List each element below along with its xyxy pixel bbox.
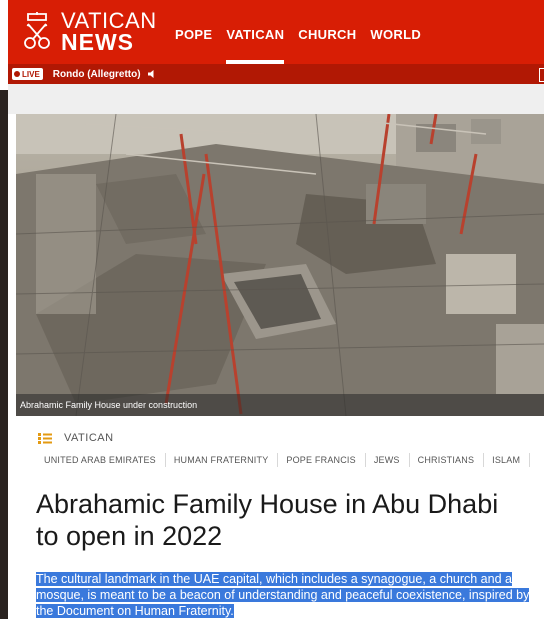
tag-jews[interactable]: JEWS	[366, 453, 410, 467]
hero-image	[16, 114, 544, 416]
main-nav: POPE VATICAN CHURCH WORLD	[168, 0, 428, 64]
live-badge[interactable]: LIVE	[12, 68, 43, 80]
nav-vatican[interactable]: VATICAN	[219, 0, 291, 64]
tag-christians[interactable]: CHRISTIANS	[410, 453, 485, 467]
live-dot-icon	[14, 71, 20, 77]
tag-human-fraternity[interactable]: HUMAN FRATERNITY	[166, 453, 279, 467]
nav-world[interactable]: WORLD	[363, 0, 428, 64]
live-badge-label: LIVE	[22, 69, 40, 79]
hero-caption: Abrahamic Family House under constructio…	[16, 394, 544, 416]
logo-line-vatican: VATICAN	[61, 8, 157, 33]
logo-line-news: NEWS	[61, 29, 134, 55]
tag-islam[interactable]: ISLAM	[484, 453, 531, 467]
section-list-icon	[38, 432, 52, 444]
section-label[interactable]: VATICAN	[64, 432, 114, 444]
tag-pope-francis[interactable]: POPE FRANCIS	[278, 453, 366, 467]
article-title: Abrahamic Family House in Abu Dhabi to o…	[36, 489, 499, 551]
speaker-icon[interactable]	[147, 69, 157, 79]
live-radio-bar: LIVE Rondo (Allegretto)	[8, 64, 544, 84]
nav-pope[interactable]: POPE	[168, 0, 219, 64]
player-expand-control[interactable]	[539, 68, 544, 82]
logo-wordmark[interactable]: VATICAN NEWS	[61, 10, 157, 54]
construction-site-photo	[16, 114, 544, 416]
selected-lead-text: The cultural landmark in the UAE capital…	[36, 572, 530, 618]
vatican-news-logo[interactable]	[20, 10, 54, 54]
papal-keys-icon	[24, 12, 50, 49]
page-spacer	[8, 84, 544, 114]
article-section: VATICAN	[38, 432, 114, 444]
adjacent-window-edge	[0, 0, 8, 619]
site-header: VATICAN NEWS POPE VATICAN CHURCH WORLD	[8, 0, 544, 64]
article-lead: The cultural landmark in the UAE capital…	[36, 571, 536, 619]
article-tags: UNITED ARAB EMIRATES HUMAN FRATERNITY PO…	[38, 453, 531, 467]
tag-united-arab-emirates[interactable]: UNITED ARAB EMIRATES	[38, 453, 166, 467]
now-playing-title[interactable]: Rondo (Allegretto)	[53, 69, 141, 80]
nav-church[interactable]: CHURCH	[291, 0, 363, 64]
